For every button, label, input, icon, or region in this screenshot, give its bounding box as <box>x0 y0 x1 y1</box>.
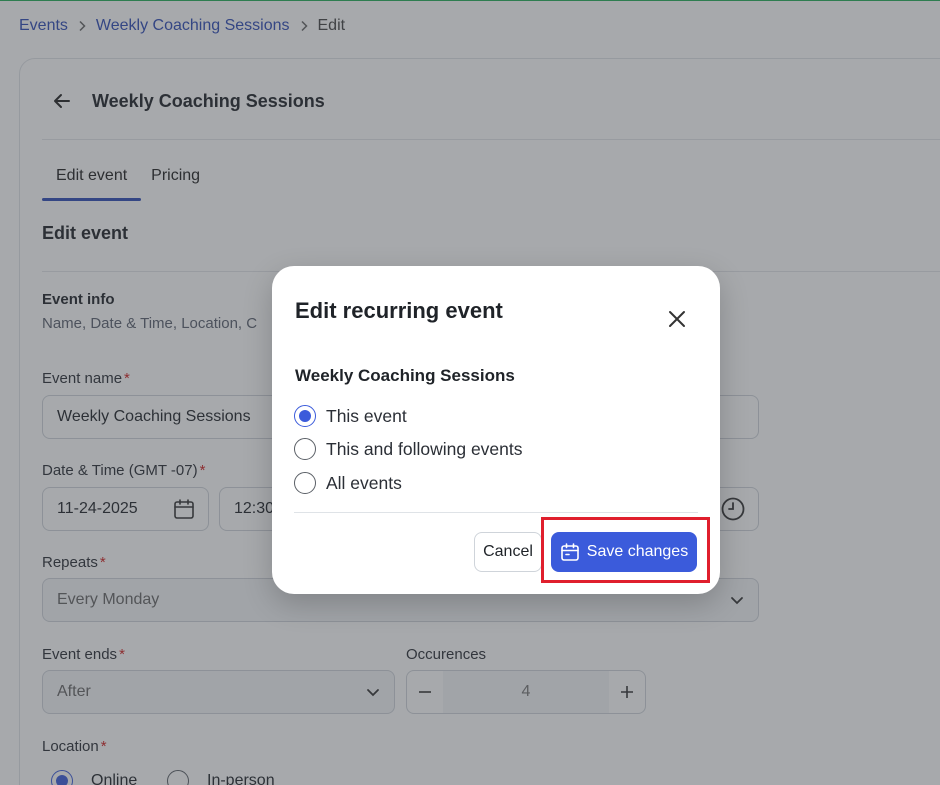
option-this-event[interactable]: This event <box>294 405 407 427</box>
option-following-events[interactable]: This and following events <box>294 438 523 460</box>
option-all-events-label: All events <box>326 472 402 493</box>
cancel-button[interactable]: Cancel <box>474 532 542 572</box>
dialog-event-name: Weekly Coaching Sessions <box>295 366 515 385</box>
close-button[interactable] <box>664 306 690 332</box>
dialog-title: Edit recurring event <box>295 298 503 323</box>
page: Events Weekly Coaching Sessions Edit Wee… <box>0 0 940 785</box>
option-following-events-label: This and following events <box>326 438 523 459</box>
option-following-events-radio[interactable] <box>294 438 316 460</box>
option-all-events-radio[interactable] <box>294 472 316 494</box>
close-icon <box>669 311 685 327</box>
option-all-events[interactable]: All events <box>294 472 402 494</box>
option-this-event-radio[interactable] <box>294 405 316 427</box>
divider <box>294 512 698 513</box>
highlight-box <box>541 517 710 583</box>
option-this-event-label: This event <box>326 405 407 426</box>
